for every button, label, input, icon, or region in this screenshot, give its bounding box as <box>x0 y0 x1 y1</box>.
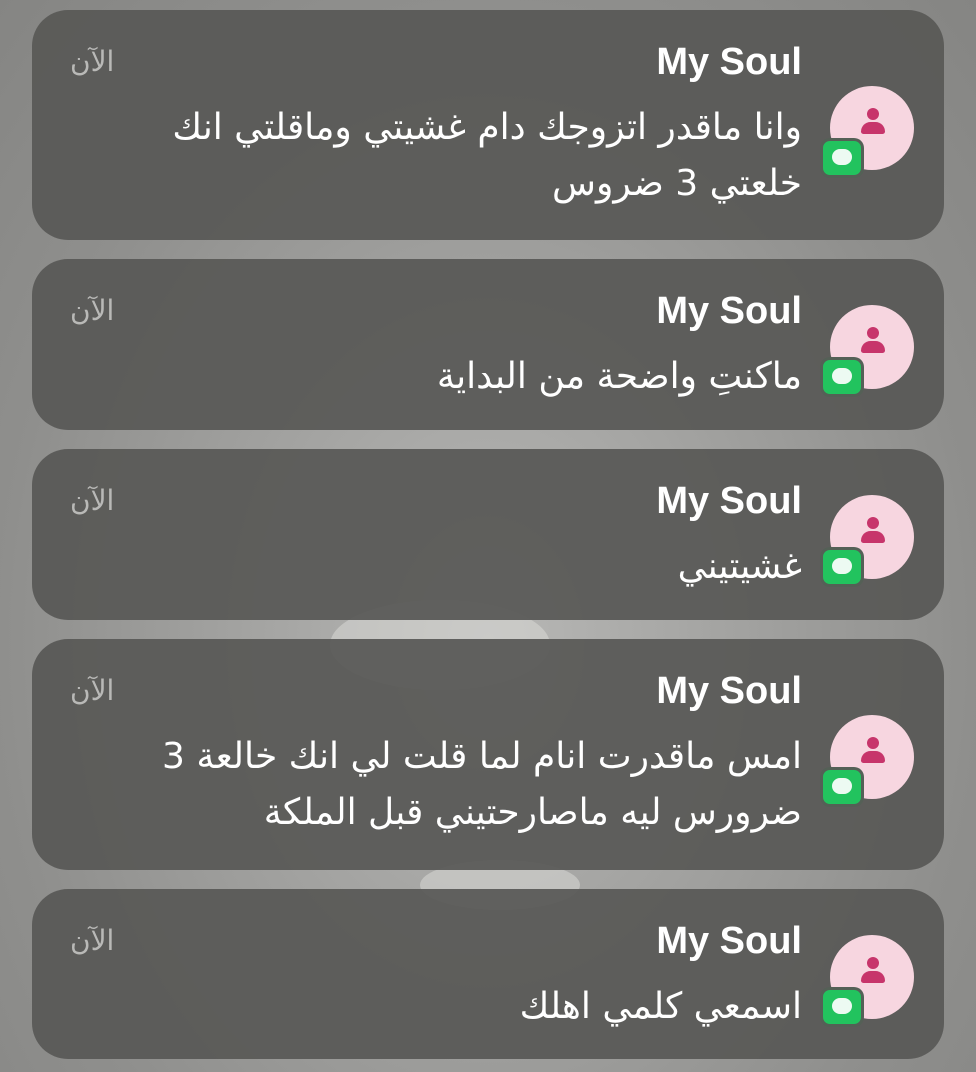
contact-avatar <box>820 305 914 397</box>
notification-time: الآن <box>70 45 115 78</box>
notification-message: اسمعي كلمي اهلك <box>519 986 802 1027</box>
contact-avatar <box>820 935 914 1027</box>
contact-avatar <box>820 715 914 807</box>
notification-sender: My Soul <box>656 920 802 962</box>
notification-time: الآن <box>70 484 115 517</box>
notification-message: وانا ماقدر اتزوجك دام غشيتي وماقلتي انك … <box>172 107 802 204</box>
messages-app-icon <box>820 767 864 807</box>
notification-message: ماكنتِ واضحة من البداية <box>436 356 802 397</box>
contact-avatar <box>820 495 914 587</box>
notification-time: الآن <box>70 674 115 707</box>
notification-sender: My Soul <box>656 41 802 83</box>
messages-app-icon <box>820 547 864 587</box>
notification-sender: My Soul <box>656 480 802 522</box>
messages-app-icon <box>820 138 864 178</box>
notification-sender: My Soul <box>656 290 802 332</box>
notification-card[interactable]: الآن My Soul اسمعي كلمي اهلك <box>32 889 944 1059</box>
notification-card[interactable]: الآن My Soul وانا ماقدر اتزوجك دام غشيتي… <box>32 10 944 240</box>
notification-time: الآن <box>70 294 115 327</box>
notification-time: الآن <box>70 924 115 957</box>
notification-card[interactable]: الآن My Soul ماكنتِ واضحة من البداية <box>32 259 944 430</box>
contact-avatar <box>820 86 914 178</box>
messages-app-icon <box>820 987 864 1027</box>
messages-app-icon <box>820 357 864 397</box>
notification-card[interactable]: الآن My Soul غشيتيني <box>32 449 944 620</box>
notification-sender: My Soul <box>656 670 802 712</box>
notification-message: امس ماقدرت انام لما قلت لي انك خالعة 3 ض… <box>162 736 802 833</box>
notification-message: غشيتيني <box>677 546 802 587</box>
notification-card[interactable]: الآن My Soul امس ماقدرت انام لما قلت لي … <box>32 639 944 870</box>
